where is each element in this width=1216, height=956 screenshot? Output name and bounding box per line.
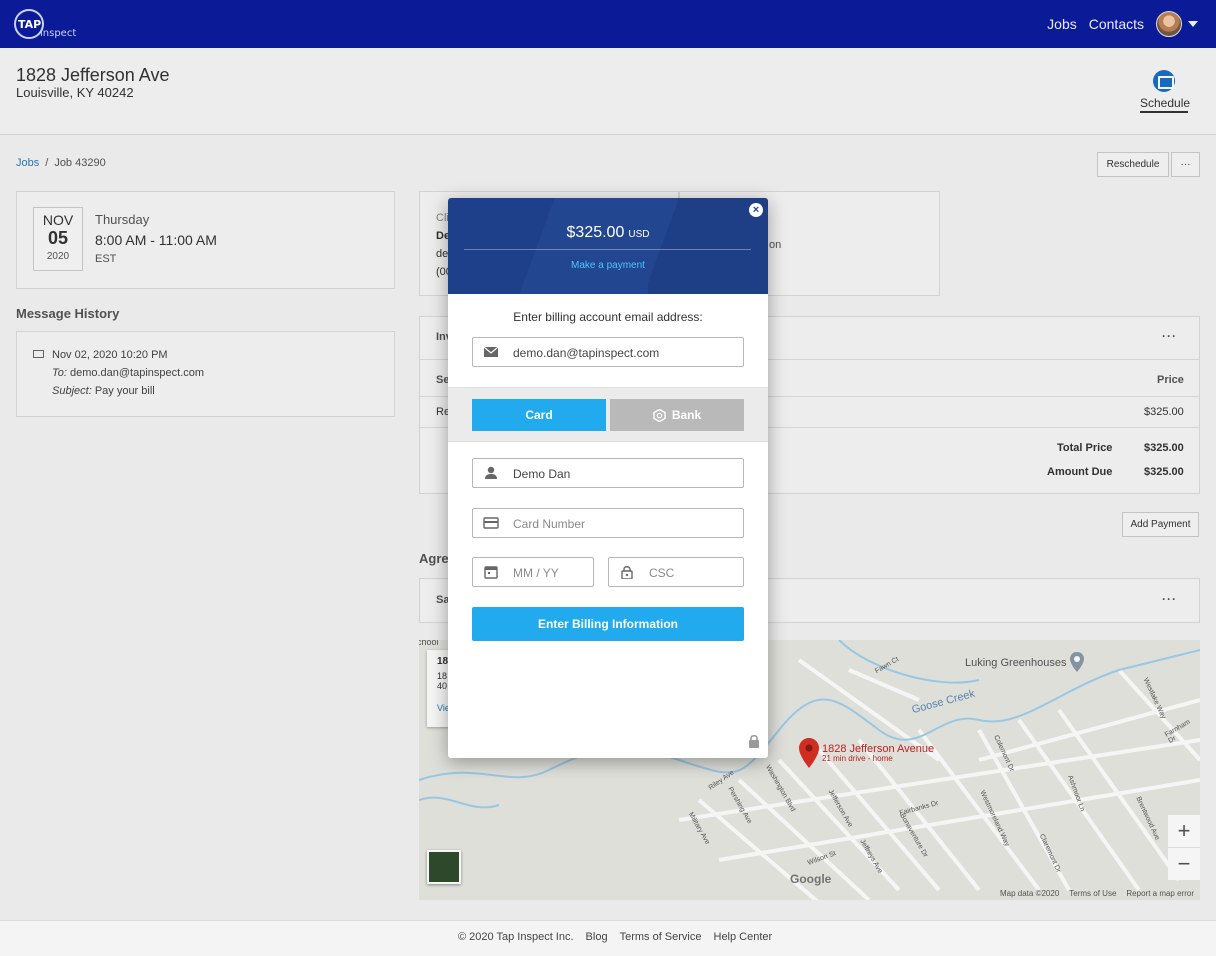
footer-help-link[interactable]: Help Center [714,931,773,943]
enter-billing-label: Enter Billing Information [538,617,678,631]
credit-card-icon [483,517,499,529]
csc-field[interactable]: CSC [608,557,744,587]
header-divider [464,249,751,250]
nav-contacts[interactable]: Contacts [1089,16,1144,32]
expiry-placeholder: MM / YY [513,566,559,580]
secure-lock-icon [749,734,759,748]
make-payment-label: Make a payment [571,260,645,271]
lock-icon [621,566,633,579]
tap-inspect-logo[interactable]: TAP inspect [12,6,82,42]
tab-card-label: Card [525,408,553,422]
svg-text:TAP: TAP [18,18,41,31]
user-icon [485,466,497,479]
page-footer: © 2020 Tap Inspect Inc. Blog Terms of Se… [0,920,1216,956]
mail-icon [483,346,499,357]
tab-bank-label: Bank [671,408,702,422]
footer-blog-link[interactable]: Blog [586,931,608,943]
expiry-field[interactable]: MM / YY [472,557,594,587]
cardholder-name-value: Demo Dan [513,467,571,481]
tab-bank[interactable]: Bank [610,399,744,431]
cardholder-name-field[interactable]: Demo Dan [472,458,744,488]
close-icon[interactable]: × [749,203,763,217]
email-field[interactable]: demo.dan@tapinspect.com [472,337,744,367]
payment-method-tabs: Card Bank [448,387,768,442]
card-number-field[interactable]: Card Number [472,508,744,538]
payment-amount: $325.00 USD [448,224,768,242]
footer-copyright: © 2020 Tap Inspect Inc. [458,931,574,943]
modal-header [448,198,768,294]
card-number-placeholder: Card Number [513,517,586,531]
footer-terms-link[interactable]: Terms of Service [620,931,702,943]
email-prompt: Enter billing account email address: [513,310,703,324]
chevron-down-icon[interactable] [1188,21,1198,27]
amount-currency: USD [628,229,650,240]
amount-value: $325.00 [566,224,625,241]
main-nav: Jobs Contacts [1047,0,1198,48]
enter-billing-button[interactable]: Enter Billing Information [472,607,744,641]
nav-jobs[interactable]: Jobs [1047,16,1077,32]
calendar-icon [484,566,498,579]
bank-icon [653,408,666,422]
payment-modal: $325.00 USD Make a payment × Enter billin… [448,198,768,758]
top-navbar: TAP inspect Jobs Contacts [0,0,1216,48]
avatar[interactable] [1156,11,1182,37]
tab-card[interactable]: Card [472,399,606,431]
svg-text:inspect: inspect [40,28,76,39]
email-value: demo.dan@tapinspect.com [513,346,660,360]
csc-placeholder: CSC [649,566,675,580]
